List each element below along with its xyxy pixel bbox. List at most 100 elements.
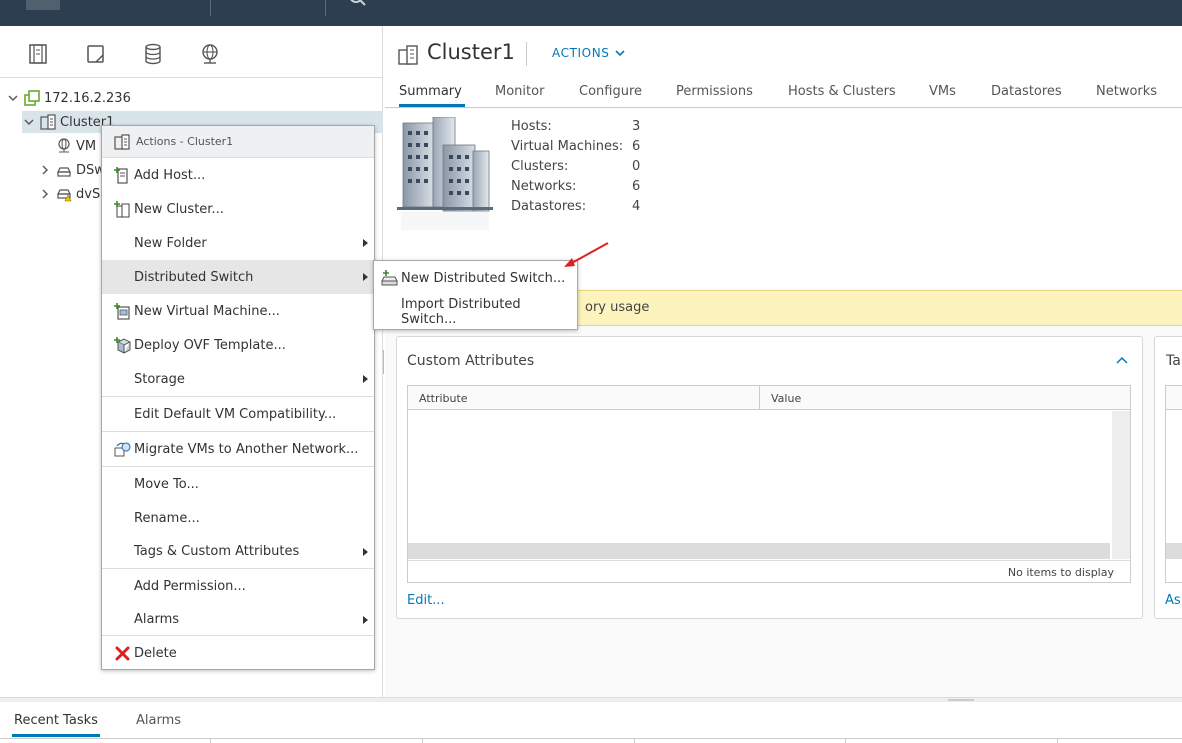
tree-node-dvswitch[interactable]: dvS: [38, 183, 100, 205]
stat-value: 0: [632, 159, 641, 174]
chevron-down-icon: [614, 50, 625, 57]
menu-item-label: Delete: [134, 645, 177, 661]
new-distributed-switch-icon: [381, 270, 398, 286]
tab-hosts-clusters[interactable]: Hosts & Clusters: [788, 84, 896, 99]
stat-value: 3: [632, 119, 641, 134]
menu-item-new-folder[interactable]: New Folder: [102, 226, 374, 260]
column-header-attribute[interactable]: Attribute: [419, 392, 468, 405]
menu-item-label: Distributed Switch: [134, 269, 254, 285]
menu-item-storage[interactable]: Storage: [102, 362, 374, 396]
tab-permissions[interactable]: Permissions: [676, 84, 753, 99]
tab-configure[interactable]: Configure: [579, 84, 642, 99]
card-title: Custom Attributes: [407, 353, 535, 369]
menu-item-label: New Distributed Switch...: [401, 270, 566, 286]
storage-icon[interactable]: [142, 42, 164, 66]
tree-node-label: VM: [76, 138, 97, 154]
chevron-up-icon[interactable]: [1116, 355, 1128, 365]
tab-networks[interactable]: Networks: [1096, 84, 1157, 99]
column-header-value[interactable]: Value: [771, 392, 801, 405]
stat-value: 6: [632, 179, 641, 194]
tree-node-vcenter[interactable]: 172.16.2.236: [6, 87, 131, 109]
distributed-switch-submenu: New Distributed Switch... Import Distrib…: [373, 260, 578, 330]
bottom-panel-divider: [0, 738, 1182, 739]
vms-templates-icon[interactable]: [84, 42, 106, 66]
menu-item-add-permission[interactable]: Add Permission...: [102, 569, 374, 603]
search-icon[interactable]: [348, 0, 368, 8]
menu-item-new-virtual-machine[interactable]: New Virtual Machine...: [102, 294, 374, 328]
chevron-right-icon[interactable]: [38, 163, 52, 177]
new-vm-icon: [114, 303, 130, 320]
vcenter-icon: [24, 90, 40, 106]
tree-node-dswitch[interactable]: DSw: [38, 159, 105, 181]
stat-label: Datastores:: [511, 199, 587, 214]
chevron-down-icon[interactable]: [6, 91, 20, 105]
submenu-arrow-icon: [363, 375, 368, 383]
menu-item-label: Tags & Custom Attributes: [134, 544, 300, 559]
menu-item-label: New Cluster...: [134, 201, 224, 217]
add-host-icon: [114, 167, 128, 184]
chevron-right-icon[interactable]: [38, 187, 52, 201]
header-separator: [526, 42, 527, 66]
tree-node-label: 172.16.2.236: [44, 90, 131, 106]
horizontal-scrollbar[interactable]: [1166, 543, 1182, 559]
tree-node-vm-network[interactable]: VM: [56, 135, 96, 157]
menu-item-label: Add Host...: [134, 167, 206, 183]
menu-item-migrate-vms[interactable]: Migrate VMs to Another Network...: [102, 432, 374, 466]
menu-item-label: Rename...: [134, 510, 200, 526]
network-icon: [58, 138, 70, 153]
menu-item-alarms[interactable]: Alarms: [102, 603, 374, 635]
cluster-icon: [398, 45, 418, 65]
chevron-down-icon[interactable]: [22, 115, 36, 129]
menu-button[interactable]: [26, 0, 60, 10]
vertical-scrollbar[interactable]: [1112, 411, 1130, 559]
distributed-switch-icon: [57, 167, 71, 177]
tab-vms[interactable]: VMs: [929, 84, 956, 99]
menu-item-label: Import Distributed Switch...: [401, 297, 521, 327]
submenu-arrow-icon: [363, 239, 368, 247]
menu-item-tags-attributes[interactable]: Tags & Custom Attributes: [102, 535, 374, 568]
menu-item-delete[interactable]: Delete: [102, 636, 374, 670]
deploy-ovf-icon: [114, 337, 131, 354]
main-content: Cluster1 ACTIONS Summary Monitor Configu…: [385, 26, 1182, 698]
networking-icon[interactable]: [199, 42, 221, 66]
object-header: Cluster1 ACTIONS Summary Monitor Configu…: [385, 26, 1182, 108]
tab-monitor[interactable]: Monitor: [495, 84, 544, 99]
tab-recent-tasks[interactable]: Recent Tasks: [12, 713, 100, 737]
menu-item-import-distributed-switch[interactable]: Import Distributed Switch...: [374, 295, 577, 329]
grid-header: [1166, 386, 1182, 410]
menu-item-label: Add Permission...: [134, 578, 246, 594]
menu-item-edit-vm-compatibility[interactable]: Edit Default VM Compatibility...: [102, 397, 374, 431]
delete-icon: [115, 646, 130, 661]
tab-alarms[interactable]: Alarms: [136, 713, 181, 728]
edit-attributes-link[interactable]: Edit...: [407, 593, 445, 608]
stat-label: Networks:: [511, 179, 577, 194]
top-bar: [0, 0, 1182, 26]
tab-summary[interactable]: Summary: [399, 84, 465, 107]
tags-card: Ta As: [1154, 336, 1182, 619]
navigator-view-tabs: [0, 26, 383, 78]
menu-item-add-host[interactable]: Add Host...: [102, 158, 374, 192]
menu-item-deploy-ovf[interactable]: Deploy OVF Template...: [102, 328, 374, 362]
menu-item-distributed-switch[interactable]: Distributed Switch: [102, 260, 374, 294]
hosts-clusters-icon[interactable]: [27, 42, 49, 66]
context-menu-title: Actions - Cluster1: [136, 135, 234, 148]
resize-grip-icon[interactable]: [948, 699, 974, 701]
stat-label: Clusters:: [511, 159, 569, 174]
tab-datastores[interactable]: Datastores: [991, 84, 1062, 99]
empty-message: No items to display: [1007, 566, 1114, 579]
column-divider[interactable]: [759, 386, 760, 410]
stat-label: Hosts:: [511, 119, 552, 134]
warning-text: ory usage: [585, 300, 650, 315]
menu-item-new-cluster[interactable]: New Cluster...: [102, 192, 374, 226]
menu-item-rename[interactable]: Rename...: [102, 501, 374, 535]
assign-tag-link[interactable]: As: [1165, 593, 1181, 608]
actions-menu-button[interactable]: ACTIONS: [552, 46, 625, 60]
horizontal-scrollbar[interactable]: [408, 543, 1110, 559]
submenu-arrow-icon: [363, 616, 368, 624]
tree-node-label: dvS: [76, 186, 101, 202]
cluster-icon: [114, 133, 130, 150]
menu-item-new-distributed-switch[interactable]: New Distributed Switch...: [374, 261, 577, 295]
menu-item-label: Move To...: [134, 476, 199, 492]
menu-item-move-to[interactable]: Move To...: [102, 467, 374, 501]
submenu-arrow-icon: [363, 548, 368, 556]
